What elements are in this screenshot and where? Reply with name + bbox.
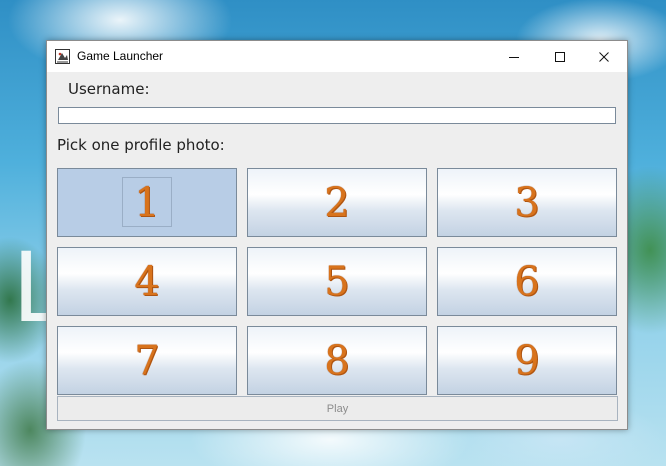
photo-number: 4 xyxy=(134,258,160,305)
java-app-icon xyxy=(55,49,70,64)
pick-photo-label: Pick one profile photo: xyxy=(57,136,225,154)
title-bar[interactable]: Game Launcher xyxy=(47,41,627,72)
minimize-icon xyxy=(509,56,519,58)
window-title: Game Launcher xyxy=(77,49,164,63)
username-label: Username: xyxy=(68,80,150,98)
profile-photo-button-2[interactable]: 2 xyxy=(247,168,427,237)
photo-number: 5 xyxy=(324,258,350,305)
close-icon xyxy=(599,51,609,62)
game-launcher-window: Game Launcher Username: Pick one profile… xyxy=(46,40,628,430)
photo-number: 6 xyxy=(514,258,540,305)
profile-photo-button-1[interactable]: 1 xyxy=(57,168,237,237)
photo-number: 2 xyxy=(324,179,350,226)
photo-number: 9 xyxy=(514,337,540,384)
profile-photo-button-6[interactable]: 6 xyxy=(437,247,617,316)
play-button[interactable]: Play xyxy=(57,396,618,421)
username-input[interactable] xyxy=(58,107,616,124)
profile-photo-button-7[interactable]: 7 xyxy=(57,326,237,395)
photo-number: 7 xyxy=(134,337,160,384)
profile-photo-button-9[interactable]: 9 xyxy=(437,326,617,395)
focus-ring xyxy=(122,177,172,227)
photo-number: 8 xyxy=(324,337,350,384)
profile-photo-button-5[interactable]: 5 xyxy=(247,247,427,316)
launcher-content: Username: Pick one profile photo: 1 2 3 … xyxy=(47,72,627,429)
profile-photo-button-3[interactable]: 3 xyxy=(437,168,617,237)
profile-photo-button-8[interactable]: 8 xyxy=(247,326,427,395)
maximize-icon xyxy=(555,51,565,62)
minimize-button[interactable] xyxy=(491,41,537,72)
photo-number: 3 xyxy=(514,179,540,226)
profile-photo-button-4[interactable]: 4 xyxy=(57,247,237,316)
maximize-button[interactable] xyxy=(537,41,583,72)
close-button[interactable] xyxy=(581,41,627,72)
profile-photo-grid: 1 2 3 4 5 6 7 8 9 xyxy=(57,168,619,396)
